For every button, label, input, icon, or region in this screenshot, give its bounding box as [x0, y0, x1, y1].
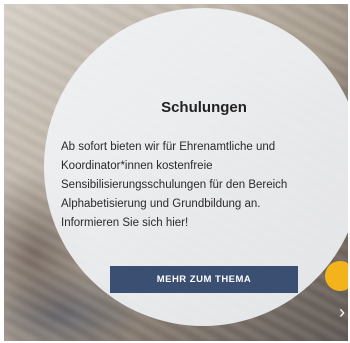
teaser-slide: Schulungen Ab sofort bieten wir für Ehre… — [4, 4, 348, 341]
next-slide-arrow-icon[interactable]: › — [335, 300, 348, 324]
decorative-dot — [325, 261, 348, 291]
teaser-text: Ab sofort bieten wir für Ehrenamtliche u… — [61, 141, 288, 229]
more-on-topic-button[interactable]: MEHR ZUM THEMA — [110, 266, 298, 293]
teaser-title: Schulungen — [161, 99, 247, 116]
